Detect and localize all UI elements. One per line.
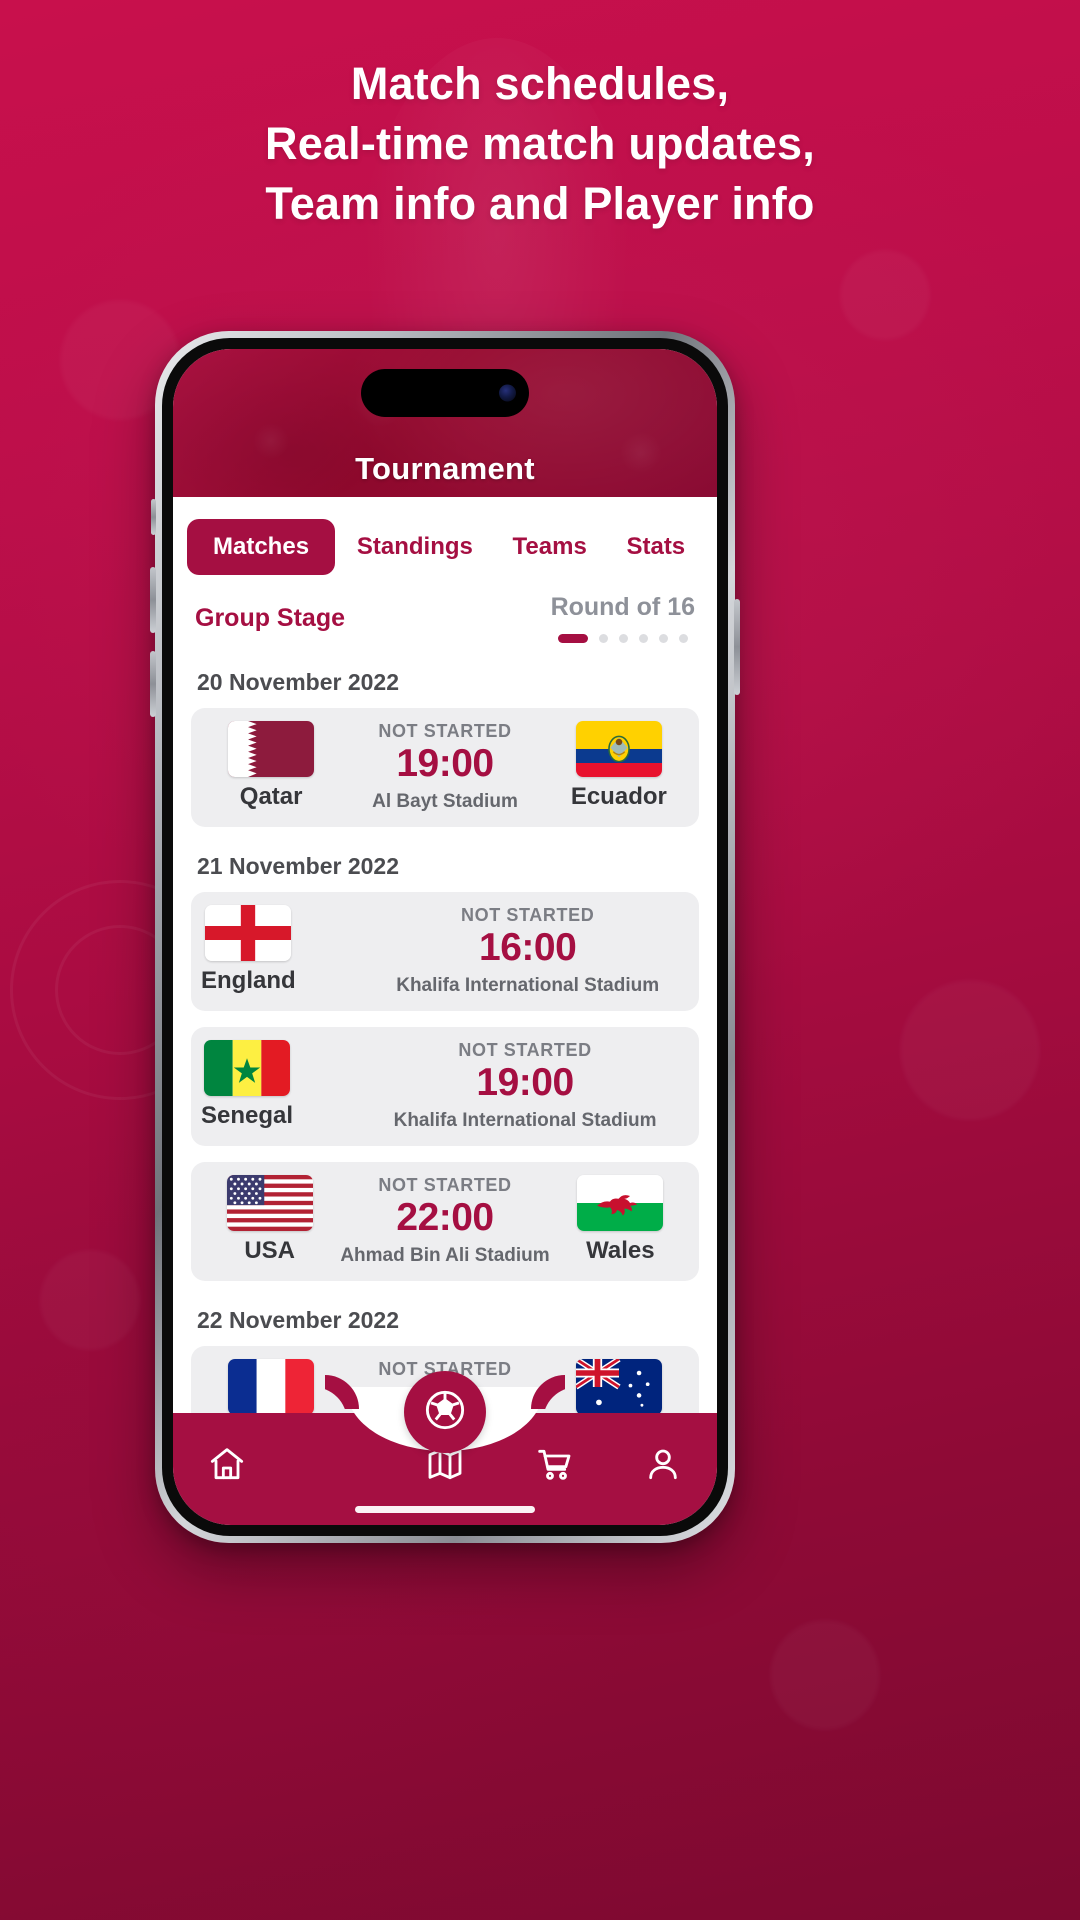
status-badge: NOT STARTED bbox=[461, 904, 595, 925]
away-team-name: Ecuador bbox=[570, 783, 667, 810]
person-icon bbox=[643, 1444, 683, 1489]
away-team-name: Wales bbox=[586, 1236, 655, 1264]
nav-item-home[interactable] bbox=[173, 1444, 282, 1489]
promo-screenshot: Match schedules, Real-time match updates… bbox=[0, 0, 1080, 1920]
flag-qatar-icon bbox=[228, 721, 315, 777]
flag-australia-icon bbox=[575, 1358, 662, 1413]
promo-headline-line-1: Match schedules, bbox=[350, 58, 730, 109]
phone-volume-up-button bbox=[150, 567, 156, 633]
phone-mockup: Tournament Matches Standings Teams Stats… bbox=[150, 331, 740, 1543]
background-blob bbox=[900, 980, 1040, 1120]
home-team-name: Senegal bbox=[201, 1101, 294, 1129]
stage-current-label[interactable]: Group Stage bbox=[195, 604, 345, 633]
match-center: NOT STARTED 19:00 Al Bayt Stadium bbox=[343, 721, 546, 813]
match-center: NOT STARTED 22:00 Ahmad Bin Ali Stadium bbox=[340, 1175, 549, 1267]
phone-bezel: Tournament Matches Standings Teams Stats… bbox=[162, 338, 728, 1536]
status-badge: NOT STARTED bbox=[378, 721, 512, 741]
kickoff-time: 16:00 bbox=[479, 925, 577, 969]
home-team-name: England bbox=[201, 966, 296, 994]
tab-stats[interactable]: Stats bbox=[609, 519, 703, 575]
match-card[interactable]: Senegal NOT STARTED 19:00 Khalifa Intern… bbox=[191, 1026, 699, 1146]
tab-matches[interactable]: Matches bbox=[187, 519, 336, 575]
app-header: Tournament bbox=[173, 349, 717, 497]
nav-item-tournament[interactable] bbox=[404, 1371, 486, 1453]
kickoff-time: 19:00 bbox=[476, 1060, 574, 1104]
stage-selector: Group Stage Round of 16 bbox=[173, 589, 717, 643]
home-team: England bbox=[201, 904, 296, 995]
venue-name: Khalifa International Stadium bbox=[393, 1109, 657, 1131]
pagination-dot-2[interactable] bbox=[598, 634, 608, 643]
match-center: NOT STARTED 19:00 Khalifa International … bbox=[295, 1040, 717, 1132]
venue-name: Al Bayt Stadium bbox=[372, 790, 518, 812]
tab-bar: Matches Standings Teams Stats bbox=[173, 497, 717, 589]
home-team: Senegal bbox=[201, 1039, 294, 1130]
match-card[interactable]: Qatar NOT STARTED 19:00 Al Bayt Stadium bbox=[191, 708, 699, 827]
flag-france-icon bbox=[228, 1358, 315, 1413]
pagination-dot-1[interactable] bbox=[557, 634, 588, 643]
cart-icon bbox=[534, 1444, 574, 1489]
promo-headline-line-2: Real-time match updates, bbox=[265, 118, 815, 169]
nav-item-profile[interactable] bbox=[608, 1444, 717, 1489]
kickoff-time: 19:00 bbox=[396, 742, 494, 785]
pagination-dot-4[interactable] bbox=[638, 634, 648, 643]
home-team-name: USA bbox=[244, 1236, 295, 1264]
match-card[interactable]: USA NOT STARTED 22:00 Ahmad Bin Ali Stad… bbox=[191, 1161, 699, 1281]
background-blob bbox=[840, 250, 930, 340]
nav-item-cart[interactable] bbox=[499, 1444, 608, 1489]
date-header: 20 November 2022 bbox=[197, 669, 400, 695]
match-card[interactable]: England NOT STARTED 16:00 Khalifa Intern… bbox=[191, 891, 699, 1011]
background-blob bbox=[40, 1250, 140, 1350]
match-list[interactable]: 20 November 2022 Qatar NOT STARTED 19:00… bbox=[173, 643, 717, 1413]
pagination-dot-6[interactable] bbox=[678, 634, 688, 643]
background-blob bbox=[770, 1620, 880, 1730]
phone-volume-down-button bbox=[150, 651, 156, 717]
kickoff-time: 22:00 bbox=[396, 1195, 494, 1239]
venue-name: Khalifa International Stadium bbox=[396, 974, 660, 996]
stage-next-label[interactable]: Round of 16 bbox=[551, 593, 695, 622]
stage-pagination-dots bbox=[551, 634, 695, 643]
home-team: USA bbox=[201, 1174, 338, 1265]
pagination-dot-5[interactable] bbox=[658, 634, 668, 643]
match-center: NOT STARTED 16:00 Khalifa International … bbox=[298, 905, 717, 997]
home-icon bbox=[207, 1444, 247, 1489]
promo-headline: Match schedules, Real-time match updates… bbox=[0, 54, 1080, 234]
bottom-navigation-bar bbox=[173, 1371, 717, 1525]
flag-england-icon bbox=[205, 904, 292, 961]
flag-wales-icon bbox=[577, 1174, 664, 1231]
front-camera-icon bbox=[499, 384, 516, 402]
tab-teams[interactable]: Teams bbox=[495, 519, 605, 575]
promo-headline-line-3: Team info and Player info bbox=[265, 178, 815, 229]
tab-standings[interactable]: Standings bbox=[339, 519, 491, 575]
phone-screen: Tournament Matches Standings Teams Stats… bbox=[173, 349, 717, 1525]
away-team: Ecuador bbox=[549, 721, 689, 811]
football-icon bbox=[422, 1387, 468, 1438]
page-title: Tournament bbox=[355, 451, 535, 486]
home-team-name: Qatar bbox=[239, 783, 303, 810]
dynamic-island bbox=[361, 369, 529, 417]
status-badge: NOT STARTED bbox=[378, 1174, 512, 1195]
phone-mute-switch bbox=[151, 499, 156, 535]
date-header: 22 November 2022 bbox=[197, 1306, 400, 1333]
flag-usa-icon bbox=[226, 1174, 313, 1231]
phone-power-button bbox=[734, 599, 740, 695]
stage-next-wrap: Round of 16 bbox=[551, 593, 695, 643]
status-badge: NOT STARTED bbox=[458, 1039, 592, 1060]
away-team: Wales bbox=[552, 1174, 689, 1265]
date-header: 21 November 2022 bbox=[197, 852, 400, 879]
flag-senegal-icon bbox=[204, 1039, 291, 1096]
venue-name: Ahmad Bin Ali Stadium bbox=[340, 1244, 550, 1266]
home-team: Qatar bbox=[201, 721, 341, 811]
flag-ecuador-icon bbox=[575, 721, 662, 777]
home-indicator bbox=[355, 1506, 535, 1513]
pagination-dot-3[interactable] bbox=[618, 634, 628, 643]
